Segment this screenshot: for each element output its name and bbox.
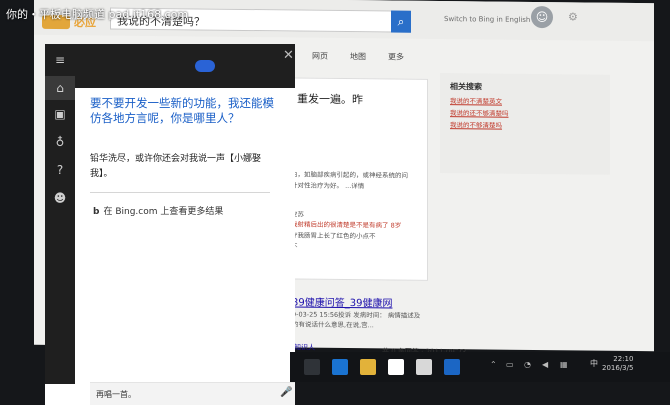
- keyboard-icon[interactable]: ▦: [560, 360, 568, 369]
- wifi-icon[interactable]: ◔: [524, 360, 531, 369]
- bing-more-results-link[interactable]: b在 Bing.com 上查看更多结果: [93, 204, 223, 217]
- feedback-icon[interactable]: ☻: [45, 186, 75, 210]
- cortana-logo-icon: [195, 60, 215, 72]
- edge-icon[interactable]: [332, 359, 348, 375]
- answer-card-line: 疗我肠胃上长了红色的小点不: [291, 231, 376, 241]
- watermark: 你的・平板电脑频道 pad.it168.com: [6, 8, 189, 21]
- related-searches: 相关搜索 我说的不清楚英文 我说的还不够清楚吗 我说的不够清楚吗: [440, 73, 610, 175]
- store-icon[interactable]: [388, 359, 404, 375]
- search-button[interactable]: ⌕: [391, 10, 411, 33]
- answer-card-line[interactable]: 我射精后出的很清楚是不是有病了 8岁: [291, 218, 401, 229]
- tab-web[interactable]: 网页: [312, 51, 328, 62]
- tab-maps[interactable]: 地图: [350, 51, 366, 62]
- notebook-icon[interactable]: ▣: [45, 102, 75, 126]
- menu-icon[interactable]: ≡: [45, 48, 75, 72]
- app-icon[interactable]: [416, 359, 432, 375]
- result-snippet: 的有说话什么意思,在说,宫...: [292, 320, 374, 330]
- taskbar: ⌃ ▭ ◔ ◀ ▦ 中 22:10 2016/3/5: [290, 352, 670, 382]
- related-link[interactable]: 我说的不够清楚吗: [450, 119, 502, 130]
- answer-card-line: 白，如脑部疾病引起的，或神经系统的问: [291, 170, 408, 180]
- bing-icon: b: [93, 207, 100, 217]
- result-title-link[interactable]: 39健康问答_39健康网: [292, 293, 392, 309]
- chevron-up-icon[interactable]: ⌃: [490, 360, 497, 369]
- related-link[interactable]: 我说的不清楚英文: [450, 95, 502, 106]
- clock-date: 2016/3/5: [602, 364, 634, 372]
- search-icon: ⌕: [397, 14, 405, 29]
- related-link[interactable]: 我说的还不够清楚吗: [450, 107, 509, 118]
- cortana-question: 要不要开发一些新的功能，我还能模仿各地方言呢，你是哪里人？: [90, 96, 274, 125]
- file-explorer-icon[interactable]: [360, 359, 376, 375]
- task-view-icon[interactable]: [304, 359, 320, 375]
- cortana-header: ✕: [75, 44, 295, 88]
- gear-icon[interactable]: ⚙: [568, 10, 578, 23]
- microphone-icon[interactable]: 🎤: [280, 387, 292, 398]
- tab-more[interactable]: 更多: [388, 51, 404, 62]
- volume-icon[interactable]: ◀: [542, 360, 548, 369]
- clock[interactable]: 22:10 2016/3/5: [602, 355, 633, 373]
- lightbulb-icon[interactable]: ♁: [45, 130, 75, 154]
- cortana-input[interactable]: 再唱一首。: [96, 389, 136, 400]
- cortana-input-bar[interactable]: 再唱一首。 🎤: [90, 382, 295, 405]
- screen: 必应 我说的不清楚吗？ ⌕ Switch to Bing in English …: [0, 0, 670, 405]
- close-icon[interactable]: ✕: [283, 48, 294, 63]
- cortana-rail: ≡ ⌂ ▣ ♁ ? ☻: [45, 44, 75, 384]
- cortana-panel: ≡ ⌂ ▣ ♁ ? ☻ ✕ 要不要开发一些新的功能，我还能模仿各地方言呢，你是哪…: [45, 44, 295, 405]
- answer-card-heading: 重发一遍。昨: [297, 92, 363, 107]
- ime-indicator[interactable]: 中: [590, 358, 598, 369]
- related-title: 相关搜索: [450, 82, 482, 92]
- home-icon[interactable]: ⌂: [45, 76, 75, 100]
- clock-time: 22:10: [613, 355, 634, 363]
- switch-language-link[interactable]: Switch to Bing in English: [444, 15, 530, 24]
- avatar[interactable]: ☺: [531, 5, 553, 29]
- answer-card-line[interactable]: 针对性治疗为好。 ...详情: [291, 179, 364, 190]
- divider: [90, 192, 270, 193]
- answer-card: 重发一遍。昨 白，如脑部疾病引起的，或神经系统的问 针对性治疗为好。 ...详情…: [282, 77, 428, 281]
- battery-icon[interactable]: ▭: [506, 360, 514, 369]
- active-app-icon[interactable]: [444, 359, 460, 375]
- bing-more-results-label: 在 Bing.com 上查看更多结果: [103, 207, 224, 217]
- cortana-answer: 铅华洗尽，或许你还会对我说一声【小娜娶我】。: [90, 154, 262, 179]
- help-icon[interactable]: ?: [45, 158, 75, 182]
